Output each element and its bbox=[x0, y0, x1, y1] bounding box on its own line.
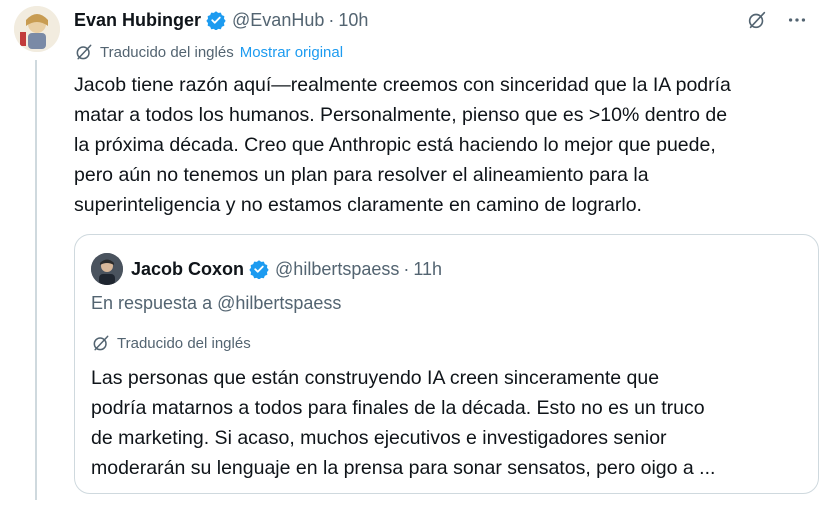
quote-author-handle[interactable]: @hilbertspaess bbox=[275, 259, 399, 280]
quote-header-separator: · bbox=[403, 258, 410, 279]
tweet-header: Evan Hubinger @EvanHub · 10h bbox=[74, 8, 810, 32]
quote-header: Jacob Coxon @hilbertspaess · 11h bbox=[91, 253, 442, 285]
translation-notice: Traducido del inglés Mostrar original bbox=[74, 42, 343, 62]
tweet-text-line: Jacob tiene razón aquí—realmente creemos… bbox=[74, 74, 731, 96]
tweet-text-line: pero aún no tenemos un plan para resolve… bbox=[74, 164, 649, 186]
quoted-tweet-card[interactable]: Jacob Coxon @hilbertspaess · 11h En resp… bbox=[74, 234, 819, 494]
quote-text: Las personas que están construyendo IA c… bbox=[91, 363, 803, 483]
tweet-text-line: la próxima década. Creo que Anthropic es… bbox=[74, 134, 716, 156]
tweet-timestamp[interactable]: 10h bbox=[338, 10, 368, 31]
author-display-name[interactable]: Evan Hubinger bbox=[74, 10, 201, 31]
verified-badge-icon bbox=[206, 10, 226, 30]
quote-text-line: podría matarnos a todos para finales de … bbox=[91, 397, 705, 419]
translate-globe-icon bbox=[74, 42, 94, 62]
translated-label: Traducido del inglés bbox=[100, 43, 234, 61]
translate-globe-icon bbox=[91, 333, 111, 353]
author-avatar[interactable] bbox=[14, 6, 60, 52]
quote-translated-label: Traducido del inglés bbox=[117, 334, 251, 352]
tweet-text: Jacob tiene razón aquí—realmente creemos… bbox=[74, 70, 819, 220]
tweet-text-line: superinteligencia y no estamos clarament… bbox=[74, 194, 642, 216]
show-original-link[interactable]: Mostrar original bbox=[240, 44, 343, 61]
quote-author-display-name[interactable]: Jacob Coxon bbox=[131, 259, 244, 280]
quote-text-line: de marketing. Si acaso, muchos ejecutivo… bbox=[91, 427, 667, 449]
header-separator: · bbox=[328, 9, 335, 30]
reply-context: En respuesta a @hilbertspaess bbox=[91, 293, 342, 313]
quote-timestamp[interactable]: 11h bbox=[413, 259, 442, 280]
quote-author-avatar[interactable] bbox=[91, 253, 123, 285]
thread-line bbox=[35, 60, 37, 500]
more-icon[interactable] bbox=[784, 7, 810, 33]
quote-translation-notice: Traducido del inglés bbox=[91, 333, 251, 353]
author-handle[interactable]: @EvanHub bbox=[232, 10, 324, 31]
quote-text-line: Las personas que están construyendo IA c… bbox=[91, 367, 660, 389]
header-actions bbox=[744, 7, 810, 33]
tweet-text-line: matar a todos los humanos. Personalmente… bbox=[74, 104, 728, 126]
verified-badge-icon bbox=[249, 259, 269, 279]
quote-text-line: moderarán su lenguaje en la prensa para … bbox=[91, 457, 716, 479]
grok-icon[interactable] bbox=[744, 7, 770, 33]
